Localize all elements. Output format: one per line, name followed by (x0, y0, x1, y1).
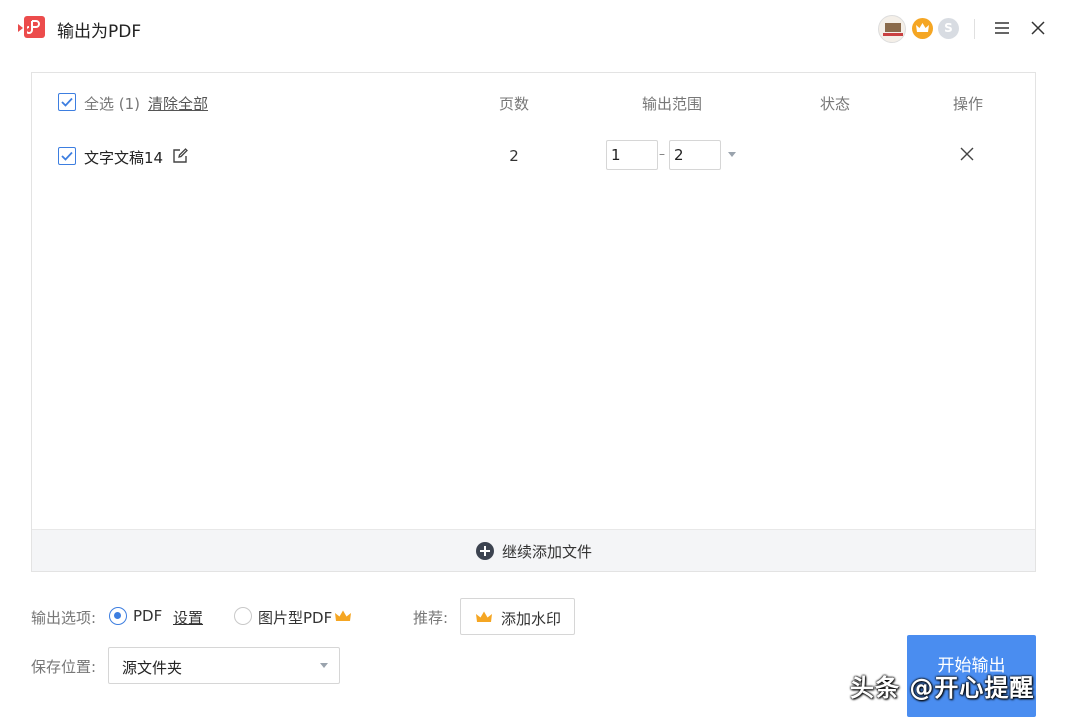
pdf-logo-icon (18, 16, 46, 40)
file-list-panel: 全选 (1) 清除全部 页数 输出范围 状态 操作 文字文稿14 2 1 – 2… (31, 72, 1036, 572)
recommend-label: 推荐: (413, 609, 449, 627)
output-options-label: 输出选项: (31, 609, 97, 627)
pdf-radio[interactable] (109, 607, 127, 625)
range-from-input[interactable]: 1 (606, 140, 658, 170)
list-header: 全选 (1) 清除全部 页数 输出范围 状态 操作 (32, 73, 1035, 131)
range-separator: – (659, 147, 665, 161)
save-location-select[interactable]: 源文件夹 (108, 647, 340, 684)
vip-crown-icon (335, 610, 351, 621)
settings-link[interactable]: 设置 (173, 607, 203, 628)
window-title: 输出为PDF (57, 22, 142, 42)
menu-icon[interactable] (992, 18, 1012, 38)
range-to-input[interactable]: 2 (669, 140, 721, 170)
column-header-range: 输出范围 (641, 95, 702, 113)
clear-all-link[interactable]: 清除全部 (148, 93, 208, 114)
file-row: 文字文稿14 2 1 – 2 (32, 137, 1035, 173)
dropdown-arrow-icon (320, 663, 328, 668)
select-all-label[interactable]: 全选 (1) (84, 93, 140, 114)
s-badge-icon[interactable]: S (938, 18, 959, 39)
save-location-value: 源文件夹 (122, 659, 183, 677)
pdf-option-label[interactable]: PDF (133, 607, 162, 625)
add-circle-icon (476, 542, 494, 560)
column-header-status: 状态 (819, 95, 850, 113)
save-location-label: 保存位置: (31, 658, 97, 676)
vip-crown-icon (476, 611, 492, 622)
file-checkbox[interactable] (58, 147, 76, 165)
select-all-checkbox[interactable] (58, 93, 76, 111)
image-pdf-option-label[interactable]: 图片型PDF (258, 607, 332, 628)
title-bar: 输出为PDF (0, 0, 1066, 58)
add-more-files-button[interactable]: 继续添加文件 (32, 529, 1035, 571)
edit-icon[interactable] (171, 147, 189, 165)
add-more-files-label: 继续添加文件 (502, 543, 593, 561)
page-count: 2 (509, 147, 519, 165)
add-watermark-button[interactable]: 添加水印 (460, 598, 575, 635)
column-header-action: 操作 (952, 95, 983, 113)
close-icon[interactable] (1028, 18, 1048, 38)
image-watermark: 头条 @开心提醒 (850, 674, 1035, 702)
user-avatar[interactable] (878, 15, 906, 43)
divider (974, 19, 975, 39)
image-pdf-radio[interactable] (234, 607, 252, 625)
dropdown-arrow-icon[interactable] (728, 152, 736, 157)
add-watermark-label: 添加水印 (501, 610, 562, 628)
file-name: 文字文稿14 (84, 149, 164, 167)
vip-crown-icon[interactable] (912, 18, 933, 39)
column-header-pages: 页数 (498, 95, 529, 113)
delete-icon[interactable] (958, 145, 976, 163)
